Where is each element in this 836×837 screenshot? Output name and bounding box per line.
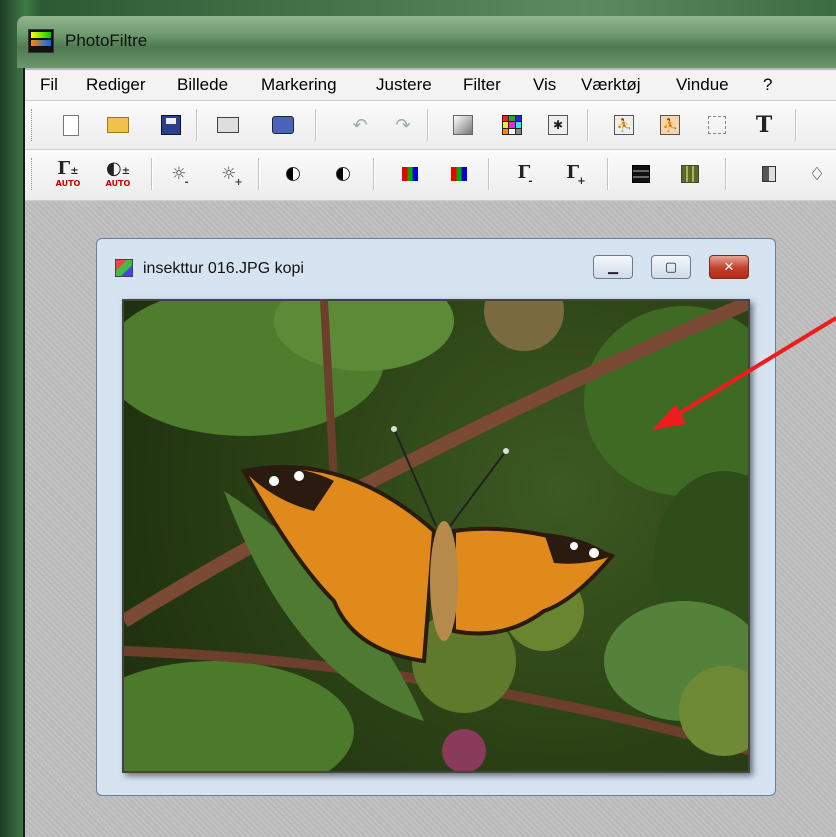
minimize-icon: ▁ xyxy=(608,259,618,275)
main-toolbar: ↶ ↷ ✱ ⛹ ⛹ T xyxy=(25,101,836,150)
menu-justere[interactable]: Justere xyxy=(376,75,432,95)
auto-label: AUTO xyxy=(105,178,131,188)
gamma-auto-button[interactable]: Γ± AUTO xyxy=(53,157,83,188)
saturation-minus-icon xyxy=(402,167,418,181)
color-palette-button[interactable] xyxy=(499,112,525,138)
menu-fil[interactable]: Fil xyxy=(40,75,58,95)
gamma-icon: Γ± xyxy=(57,157,79,179)
saturation-plus-icon xyxy=(451,167,467,181)
image-file-icon xyxy=(115,259,133,277)
contrast-plus-button[interactable] xyxy=(330,161,356,187)
grid-dark-button[interactable] xyxy=(628,161,654,187)
butterfly-photo xyxy=(124,301,748,771)
figure-icon: ✱ xyxy=(548,115,568,135)
grid-dark-icon xyxy=(632,165,650,183)
brightness-minus-button[interactable]: ☼- xyxy=(167,161,193,188)
grid-olive-icon xyxy=(681,165,699,183)
toolbar-separator xyxy=(725,158,727,190)
text-icon: T xyxy=(755,112,773,138)
menu-markering[interactable]: Markering xyxy=(261,75,337,95)
saturation-minus-button[interactable] xyxy=(397,161,423,187)
document-title: insekttur 016.JPG kopi xyxy=(143,260,304,277)
grayscale-icon xyxy=(453,115,473,135)
image-tool-2-button[interactable]: ⛹ xyxy=(657,112,683,138)
contrast-auto-button[interactable]: ◐± AUTO xyxy=(103,157,133,188)
minimize-button[interactable]: ▁ xyxy=(593,255,633,279)
printer-icon xyxy=(217,117,239,133)
transform-button[interactable]: ✱ xyxy=(545,112,571,138)
toolbar-separator xyxy=(607,158,609,190)
app-icon[interactable] xyxy=(28,29,54,53)
toolbar-separator xyxy=(151,158,153,190)
redo-button[interactable]: ↷ xyxy=(390,112,416,138)
close-icon: ✕ xyxy=(723,259,735,275)
gamma-minus-button[interactable]: Γ- xyxy=(512,161,538,187)
gamma-plus-icon: Γ+ xyxy=(566,161,586,187)
grayscale-button[interactable] xyxy=(450,112,476,138)
floppy-disk-icon xyxy=(161,115,181,135)
auto-label: AUTO xyxy=(55,178,81,188)
save-button[interactable] xyxy=(158,112,184,138)
app-title: PhotoFiltre xyxy=(65,31,148,50)
toolbar-separator xyxy=(315,109,317,141)
adjust-toolbar: Γ± AUTO ◐± AUTO ☼- ☼+ Γ- Γ+ ♢ xyxy=(25,150,836,201)
scanner-icon xyxy=(272,116,294,134)
drop-button[interactable]: ♢ xyxy=(804,161,830,187)
folder-open-icon xyxy=(107,117,129,133)
new-file-icon xyxy=(63,114,79,136)
text-tool-button[interactable]: T xyxy=(751,112,777,138)
undo-icon: ↶ xyxy=(352,114,368,136)
brightness-minus-icon: ☼- xyxy=(171,164,189,188)
image-tool-button[interactable]: ⛹ xyxy=(611,112,637,138)
menu-rediger[interactable]: Rediger xyxy=(86,75,146,95)
contrast-minus-button[interactable] xyxy=(280,161,306,187)
gamma-minus-icon: Γ- xyxy=(517,161,533,187)
maximize-icon: ▢ xyxy=(664,259,678,275)
brush-button[interactable] xyxy=(756,161,782,187)
menu-bar: Fil Rediger Billede Markering Justere Fi… xyxy=(25,70,836,101)
menu-vis[interactable]: Vis xyxy=(533,75,556,95)
menu-billede[interactable]: Billede xyxy=(177,75,228,95)
menu-vaerktoj[interactable]: Værktøj xyxy=(581,75,641,95)
toolbar-separator xyxy=(488,158,490,190)
redo-icon: ↷ xyxy=(395,114,411,136)
brush-icon xyxy=(762,166,776,182)
gamma-plus-button[interactable]: Γ+ xyxy=(563,161,589,187)
new-file-button[interactable] xyxy=(58,112,84,138)
toolbar-grip[interactable] xyxy=(31,109,35,141)
print-button[interactable] xyxy=(215,112,241,138)
menu-filter[interactable]: Filter xyxy=(463,75,501,95)
close-button[interactable]: ✕ xyxy=(709,255,749,279)
contrast-minus-icon xyxy=(286,167,300,181)
toolbar-separator xyxy=(373,158,375,190)
selection-icon xyxy=(708,116,726,134)
menu-vindue[interactable]: Vindue xyxy=(676,75,729,95)
toolbar-separator xyxy=(427,109,429,141)
color-palette-icon xyxy=(502,115,522,135)
toolbar-separator xyxy=(258,158,260,190)
scan-button[interactable] xyxy=(270,112,296,138)
menu-help[interactable]: ? xyxy=(763,75,772,95)
open-file-button[interactable] xyxy=(105,112,131,138)
contrast-icon: ◐± xyxy=(105,157,131,179)
document-window[interactable]: insekttur 016.JPG kopi ▁ ▢ ✕ xyxy=(96,238,776,796)
undo-button[interactable]: ↶ xyxy=(347,112,373,138)
toolbar-grip[interactable] xyxy=(31,158,35,190)
brightness-plus-icon: ☼+ xyxy=(221,164,243,188)
brightness-plus-button[interactable]: ☼+ xyxy=(219,161,245,188)
toolbar-separator xyxy=(795,109,797,141)
selection-button[interactable] xyxy=(704,112,730,138)
toolbar-separator xyxy=(587,109,589,141)
drop-icon: ♢ xyxy=(808,163,826,185)
toolbar-separator xyxy=(196,109,198,141)
image-tool-icon: ⛹ xyxy=(614,115,634,135)
maximize-button[interactable]: ▢ xyxy=(651,255,691,279)
grid-olive-button[interactable] xyxy=(677,161,703,187)
contrast-plus-icon xyxy=(336,167,350,181)
photo-canvas[interactable] xyxy=(122,299,750,773)
saturation-plus-button[interactable] xyxy=(446,161,472,187)
walking-person-icon: ⛹ xyxy=(660,115,680,135)
